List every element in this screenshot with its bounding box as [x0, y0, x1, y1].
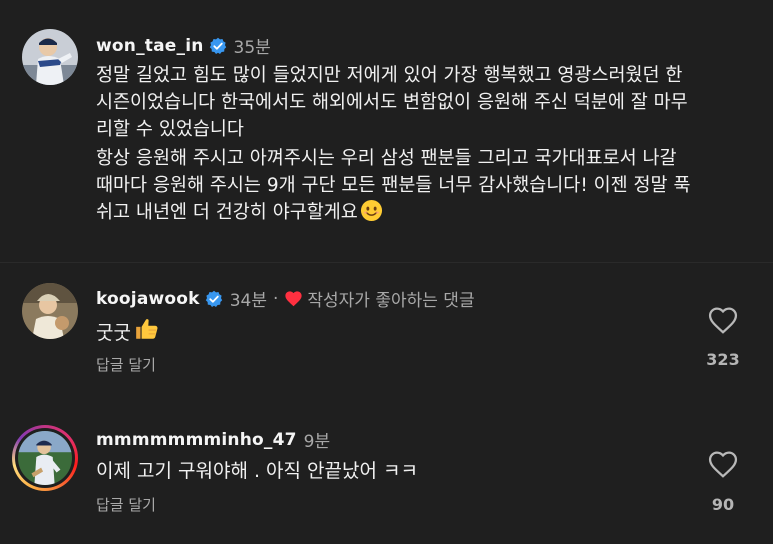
commenter-avatar: [18, 431, 72, 485]
comment-timestamp: 34분: [229, 291, 267, 311]
comment-username[interactable]: mmmmmmminho_47: [96, 430, 297, 450]
comment-body: 이제 고기 구워야해 . 아직 안끝났어 ㅋㅋ: [96, 456, 418, 483]
caption-paragraph-2: 항상 응원해 주시고 아껴주시는 우리 삼성 팬분들 그리고 국가대표로서 나갈…: [96, 145, 756, 230]
smiling-face-emoji: [360, 199, 383, 230]
comment-author-line: koojawook 34분 · 작성자가 좋아하는 댓글: [96, 286, 475, 312]
post-caption: won_tae_in 35분 정말 길었고 힘도 많이 들었지만 저에게 있어 …: [0, 0, 773, 263]
post-author-avatar[interactable]: [22, 29, 78, 85]
thumbs-up-emoji: [134, 316, 160, 347]
caption-line: 정말 길었고 힘도 많이 들었지만 저에게 있어 가장 행복했고 영광스러웠던 …: [96, 65, 683, 86]
caption-line: 쉬고 내년엔 더 건강히 야구할게요: [96, 202, 358, 223]
post-username[interactable]: won_tae_in: [96, 36, 204, 56]
caption-paragraph-1: 정말 길었고 힘도 많이 들었지만 저에게 있어 가장 행복했고 영광스러웠던 …: [96, 62, 756, 143]
caption-line: 리할 수 있었습니다: [96, 119, 244, 140]
liked-by-author-badge: · 작성자가 좋아하는 댓글: [273, 286, 475, 312]
comment-author-line: mmmmmmminho_47 9분: [96, 427, 331, 453]
caption-line: 때마다 응원해 주시는 9개 구단 모든 팬분들 너무 감사했습니다! 이젠 정…: [96, 175, 691, 196]
like-count: 90: [711, 495, 735, 514]
reply-button[interactable]: 답글 달기: [96, 494, 156, 515]
heart-outline-icon[interactable]: [707, 305, 739, 335]
heart-outline-icon[interactable]: [707, 449, 739, 479]
story-ring[interactable]: [12, 425, 78, 491]
like-count: 323: [706, 350, 740, 369]
caption-line: 항상 응원해 주시고 아껴주시는 우리 삼성 팬분들 그리고 국가대표로서 나갈: [96, 148, 677, 169]
verified-badge-icon: [205, 290, 223, 308]
comment-body: 굿굿: [96, 316, 160, 347]
heart-filled-icon: [285, 291, 302, 307]
comment-username[interactable]: koojawook: [96, 289, 200, 309]
commenter-avatar[interactable]: [22, 283, 78, 339]
caption-line: 시즌이었습니다 한국에서도 해외에서도 변함없이 응원해 주신 덕분에 잘 마무: [96, 92, 688, 113]
liked-by-author-label: 작성자가 좋아하는 댓글: [307, 291, 475, 311]
comment-text: 이제 고기 구워야해 . 아직 안끝났어 ㅋㅋ: [96, 460, 418, 482]
post-author-line: won_tae_in 35분: [96, 33, 271, 59]
comments-screen: won_tae_in 35분 정말 길었고 힘도 많이 들었지만 저에게 있어 …: [0, 0, 773, 544]
comment-text: 굿굿: [96, 322, 131, 344]
reply-button[interactable]: 답글 달기: [96, 354, 156, 375]
verified-badge-icon: [209, 37, 227, 55]
post-timestamp: 35분: [233, 38, 271, 58]
comment-timestamp: 9분: [303, 432, 331, 452]
